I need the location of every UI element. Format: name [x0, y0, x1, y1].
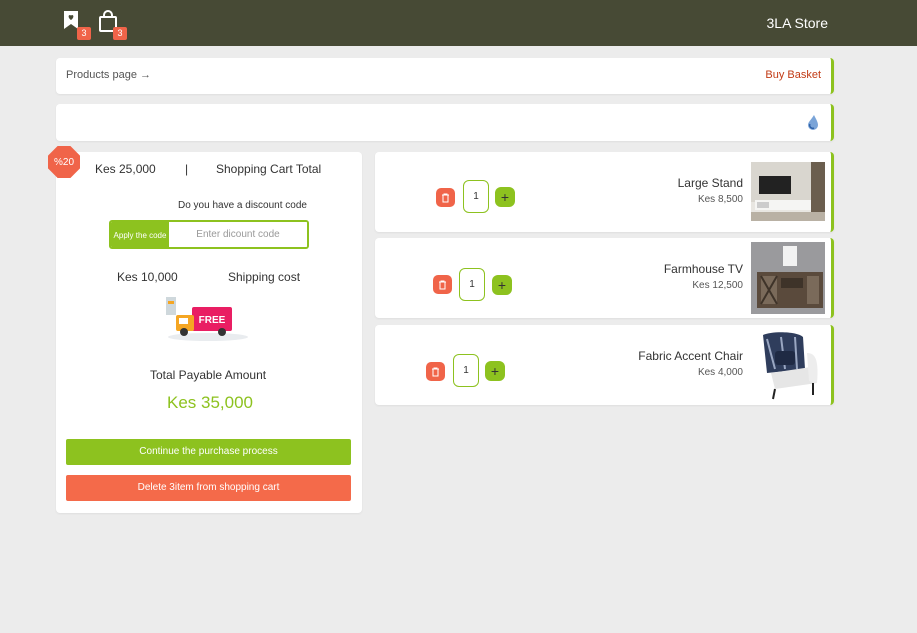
top-bar: 3 3 3LA Store [0, 0, 917, 46]
trash-icon [442, 193, 449, 202]
cart-item: 1 + Farmhouse TV Kes 12,500 [375, 238, 834, 318]
item-name: Fabric Accent Chair [638, 349, 743, 363]
quantity-field[interactable]: 1 [453, 354, 479, 387]
increase-quantity-button[interactable]: + [485, 361, 505, 381]
discount-question: Do you have a discount code [178, 200, 307, 211]
item-price: Kes 12,500 [692, 280, 743, 291]
filter-bar [56, 104, 834, 141]
total-separator: | [185, 162, 189, 176]
trash-icon [432, 367, 439, 376]
remove-item-button[interactable] [433, 275, 452, 294]
quantity-field[interactable]: 1 [463, 180, 489, 213]
item-name: Large Stand [677, 176, 743, 190]
increase-quantity-button[interactable]: + [495, 187, 515, 207]
delete-items-button[interactable]: Delete 3item from shopping cart [66, 475, 351, 501]
farmhouse-tv-image [751, 242, 825, 314]
buy-basket-link[interactable]: Buy Basket [765, 69, 821, 81]
free-label: FREE [199, 315, 226, 326]
item-name: Farmhouse TV [663, 262, 743, 276]
wishlist-button[interactable]: 3 [62, 10, 91, 40]
shipping-label: Shipping cost [228, 270, 301, 284]
breadcrumb-bar: Products page → Buy Basket [56, 58, 834, 94]
store-name: 3LA Store [766, 15, 829, 31]
wishlist-count-badge: 3 [77, 27, 91, 40]
cart-total-label: Shopping Cart Total [216, 162, 322, 176]
products-page-link[interactable]: Products page → [66, 69, 151, 81]
cart-total-value: Kes 25,000 [95, 162, 156, 176]
item-price: Kes 4,000 [697, 367, 743, 378]
discount-badge: %20 [48, 146, 80, 178]
cart-summary-panel: %20 Kes 25,000 | Shopping Cart Total Do … [48, 146, 362, 513]
discount-code-input[interactable] [169, 222, 307, 247]
free-shipping-truck-icon: FREE [164, 295, 250, 343]
increase-quantity-button[interactable]: + [492, 275, 512, 295]
remove-item-button[interactable] [426, 362, 445, 381]
remove-item-button[interactable] [436, 188, 455, 207]
quantity-field[interactable]: 1 [459, 268, 485, 301]
accent-chair-image [751, 329, 825, 401]
cart-item: 1 + Large Stand Kes 8,500 [375, 152, 834, 232]
total-payable-label: Total Payable Amount [150, 368, 267, 382]
cart-count-badge: 3 [113, 27, 127, 40]
discount-code-form: Apply the code [109, 220, 309, 249]
trash-icon [439, 280, 446, 289]
cart-item: 1 + Fabric Accent Chair Kes 4,000 [375, 325, 834, 405]
large-stand-image [751, 162, 825, 221]
apply-code-button[interactable]: Apply the code [111, 222, 169, 247]
continue-purchase-button[interactable]: Continue the purchase process [66, 439, 351, 465]
item-price: Kes 8,500 [697, 194, 743, 205]
total-payable-value: Kes 35,000 [167, 393, 254, 412]
shipping-value: Kes 10,000 [117, 270, 178, 284]
water-drop-icon[interactable] [805, 114, 821, 130]
cart-button[interactable]: 3 [98, 10, 127, 40]
